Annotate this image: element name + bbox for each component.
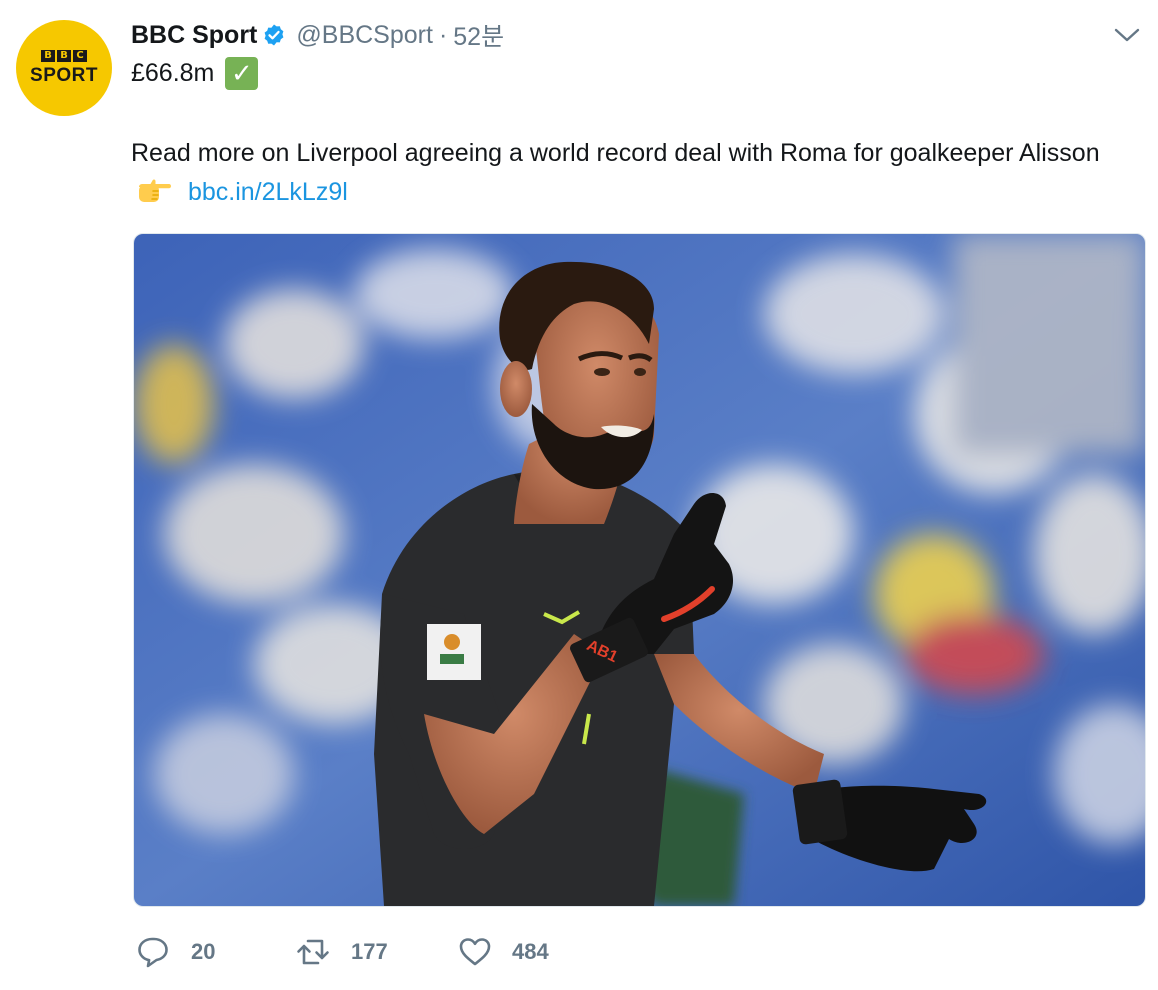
like-count: 484 (512, 939, 549, 964)
tweet: B B C SPORT BBC Sport @BBCSport · 52분 £6… (0, 0, 1158, 990)
verified-badge-icon (264, 24, 284, 46)
photo-illustration: AB1 (134, 234, 1145, 906)
point-right-icon (139, 179, 171, 202)
like-action[interactable]: 484 (458, 935, 549, 969)
price-text: £66.8m (131, 58, 215, 87)
tweet-text: Read more on Liverpool agreeing a world … (131, 139, 1100, 167)
reply-count: 20 (191, 939, 216, 964)
bbc-block: B (41, 50, 55, 62)
tweet-first-line: £66.8m ✓ (131, 55, 259, 91)
display-name[interactable]: BBC Sport (131, 21, 257, 50)
reply-icon[interactable] (136, 935, 170, 969)
bbc-block: C (73, 50, 87, 62)
tweet-body: Read more on Liverpool agreeing a world … (131, 134, 1141, 212)
avatar-sport-label: SPORT (30, 65, 98, 86)
tweet-link[interactable]: bbc.in/2LkLz9l (188, 178, 348, 206)
bbc-logo-blocks: B B C (41, 50, 87, 62)
tweet-header: BBC Sport @BBCSport · 52분 (131, 18, 504, 52)
heart-icon[interactable] (458, 935, 492, 969)
retweet-action[interactable]: 177 (296, 935, 388, 969)
chevron-down-icon[interactable] (1113, 26, 1141, 44)
reply-action[interactable]: 20 (136, 935, 215, 969)
tweet-photo[interactable]: AB1 (133, 233, 1146, 907)
timestamp[interactable]: 52분 (453, 17, 504, 53)
retweet-count: 177 (351, 939, 388, 964)
retweet-icon[interactable] (296, 935, 330, 969)
bbc-block: B (57, 50, 71, 62)
avatar[interactable]: B B C SPORT (16, 20, 112, 116)
check-mark-icon: ✓ (225, 56, 259, 90)
separator-dot: · (438, 20, 448, 49)
handle[interactable]: @BBCSport (296, 21, 433, 50)
